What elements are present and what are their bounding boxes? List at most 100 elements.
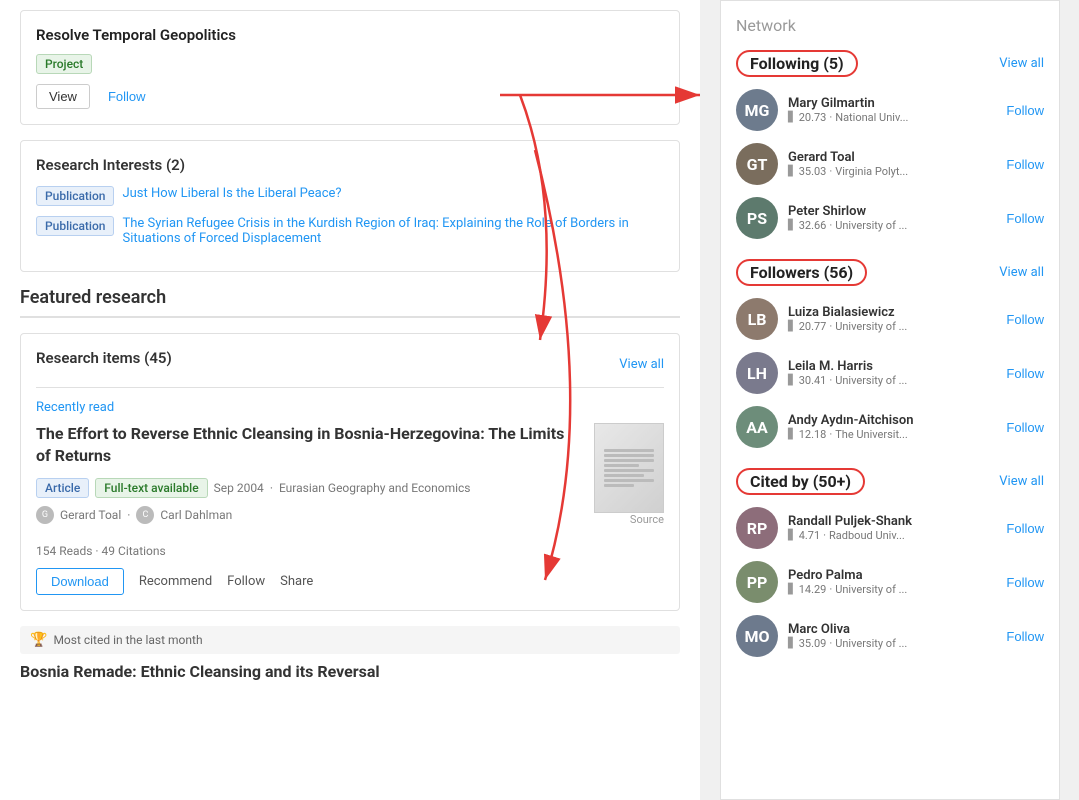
recommend-button[interactable]: Recommend bbox=[139, 574, 212, 589]
follow-person-button[interactable]: Follow bbox=[1006, 103, 1044, 118]
person-avatar: LB bbox=[736, 298, 778, 340]
cited-section: Cited by (50+) View all RP Randall Pulje… bbox=[736, 468, 1044, 657]
score-icon: ▋ bbox=[788, 166, 796, 177]
followers-view-all[interactable]: View all bbox=[999, 265, 1044, 280]
follow-button-2[interactable]: Follow bbox=[227, 574, 265, 589]
article-content: The Effort to Reverse Ethnic Cleansing i… bbox=[36, 423, 664, 534]
person-name: Peter Shirlow bbox=[788, 204, 996, 219]
person-avatar: RP bbox=[736, 507, 778, 549]
person-score: 12.18 bbox=[799, 428, 827, 441]
article-journal: Eurasian Geography and Economics bbox=[279, 481, 471, 495]
article-actions: Download Recommend Follow Share bbox=[36, 568, 664, 595]
person-meta: ▋ 35.09 · University of ... bbox=[788, 637, 996, 650]
project-title: Resolve Temporal Geopolitics bbox=[36, 26, 664, 44]
person-meta: ▋ 35.03 · Virginia Polyt... bbox=[788, 165, 996, 178]
cited-view-all[interactable]: View all bbox=[999, 474, 1044, 489]
author-row: G Gerard Toal · C Carl Dahlman bbox=[36, 506, 579, 524]
network-title: Network bbox=[736, 16, 1044, 35]
score-icon: ▋ bbox=[788, 375, 796, 386]
person-score: 35.09 bbox=[799, 637, 827, 650]
follow-person-button[interactable]: Follow bbox=[1006, 366, 1044, 381]
person-name: Mary Gilmartin bbox=[788, 96, 996, 111]
source-label: Source bbox=[594, 513, 664, 526]
person-meta: ▋ 32.66 · University of ... bbox=[788, 219, 996, 232]
trophy-icon: 🏆 bbox=[30, 632, 47, 648]
score-icon: ▋ bbox=[788, 638, 796, 649]
follow-person-button[interactable]: Follow bbox=[1006, 521, 1044, 536]
download-button[interactable]: Download bbox=[36, 568, 124, 595]
person-institution: University of ... bbox=[835, 219, 907, 232]
followers-section: Followers (56) View all LB Luiza Bialasi… bbox=[736, 259, 1044, 448]
author-separator: · bbox=[127, 508, 130, 522]
person-institution: The Universit... bbox=[835, 428, 908, 441]
person-score: 35.03 bbox=[799, 165, 827, 178]
pub-tag-2: Publication bbox=[36, 216, 114, 236]
person-score: 20.77 bbox=[799, 320, 827, 333]
person-name: Andy Aydın-Aitchison bbox=[788, 413, 996, 428]
follow-button[interactable]: Follow bbox=[100, 85, 154, 108]
article-thumbnail bbox=[594, 423, 664, 513]
person-institution: Virginia Polyt... bbox=[835, 165, 908, 178]
publication-row-1: Publication Just How Liberal Is the Libe… bbox=[36, 186, 664, 206]
follow-person-button[interactable]: Follow bbox=[1006, 629, 1044, 644]
person-info: Gerard Toal ▋ 35.03 · Virginia Polyt... bbox=[788, 150, 996, 178]
person-info: Peter Shirlow ▋ 32.66 · University of ..… bbox=[788, 204, 996, 232]
pub-link-2[interactable]: The Syrian Refugee Crisis in the Kurdish… bbox=[122, 216, 664, 246]
person-meta: ▋ 20.77 · University of ... bbox=[788, 320, 996, 333]
person-score: 32.66 bbox=[799, 219, 827, 232]
cited-title: Cited by (50+) bbox=[750, 472, 851, 491]
pub-link-1[interactable]: Just How Liberal Is the Liberal Peace? bbox=[122, 186, 341, 201]
followers-list: LB Luiza Bialasiewicz ▋ 20.77 · Universi… bbox=[736, 298, 1044, 448]
person-institution: University of ... bbox=[835, 320, 907, 333]
author-name-2: Carl Dahlman bbox=[160, 508, 232, 522]
person-avatar: PP bbox=[736, 561, 778, 603]
share-button[interactable]: Share bbox=[280, 574, 313, 589]
person-row: RP Randall Puljek-Shank ▋ 4.71 · Radboud… bbox=[736, 507, 1044, 549]
person-avatar: LH bbox=[736, 352, 778, 394]
person-info: Marc Oliva ▋ 35.09 · University of ... bbox=[788, 622, 996, 650]
most-cited-bar: 🏆 Most cited in the last month bbox=[20, 626, 680, 654]
person-score: 30.41 bbox=[799, 374, 827, 387]
most-cited-text: Most cited in the last month bbox=[53, 633, 202, 647]
score-icon: ▋ bbox=[788, 584, 796, 595]
followers-title: Followers (56) bbox=[750, 263, 853, 282]
person-row: LH Leila M. Harris ▋ 30.41 · University … bbox=[736, 352, 1044, 394]
article-separator: · bbox=[270, 481, 273, 495]
score-icon: ▋ bbox=[788, 530, 796, 541]
person-name: Luiza Bialasiewicz bbox=[788, 305, 996, 320]
person-meta: ▋ 4.71 · Radboud Univ... bbox=[788, 529, 996, 542]
view-button[interactable]: View bbox=[36, 84, 90, 109]
person-institution: University of ... bbox=[835, 637, 907, 650]
author-avatar-2: C bbox=[136, 506, 154, 524]
person-avatar: MO bbox=[736, 615, 778, 657]
follow-person-button[interactable]: Follow bbox=[1006, 157, 1044, 172]
person-score: 20.73 bbox=[799, 111, 827, 124]
person-info: Andy Aydın-Aitchison ▋ 12.18 · The Unive… bbox=[788, 413, 996, 441]
bottom-article-title: Bosnia Remade: Ethnic Cleansing and its … bbox=[20, 662, 680, 681]
person-row: PS Peter Shirlow ▋ 32.66 · University of… bbox=[736, 197, 1044, 239]
person-score: 4.71 bbox=[799, 529, 820, 542]
featured-research-title: Featured research bbox=[20, 287, 680, 318]
follow-person-button[interactable]: Follow bbox=[1006, 420, 1044, 435]
fulltext-tag: Full-text available bbox=[95, 478, 207, 498]
person-row: LB Luiza Bialasiewicz ▋ 20.77 · Universi… bbox=[736, 298, 1044, 340]
person-avatar: AA bbox=[736, 406, 778, 448]
person-avatar: MG bbox=[736, 89, 778, 131]
person-info: Leila M. Harris ▋ 30.41 · University of … bbox=[788, 359, 996, 387]
project-tag: Project bbox=[36, 54, 92, 74]
follow-person-button[interactable]: Follow bbox=[1006, 211, 1044, 226]
person-row: PP Pedro Palma ▋ 14.29 · University of .… bbox=[736, 561, 1044, 603]
person-institution: University of ... bbox=[835, 374, 907, 387]
following-view-all[interactable]: View all bbox=[999, 56, 1044, 71]
article-date: Sep 2004 bbox=[214, 481, 264, 495]
view-all-link[interactable]: View all bbox=[619, 357, 664, 372]
following-section: Following (5) View all MG Mary Gilmartin… bbox=[736, 50, 1044, 239]
follow-person-button[interactable]: Follow bbox=[1006, 312, 1044, 327]
article-tag: Article bbox=[36, 478, 89, 498]
person-institution: University of ... bbox=[835, 583, 907, 596]
person-row: AA Andy Aydın-Aitchison ▋ 12.18 · The Un… bbox=[736, 406, 1044, 448]
follow-person-button[interactable]: Follow bbox=[1006, 575, 1044, 590]
person-institution: National Univ... bbox=[835, 111, 908, 124]
person-name: Randall Puljek-Shank bbox=[788, 514, 996, 529]
score-icon: ▋ bbox=[788, 220, 796, 231]
